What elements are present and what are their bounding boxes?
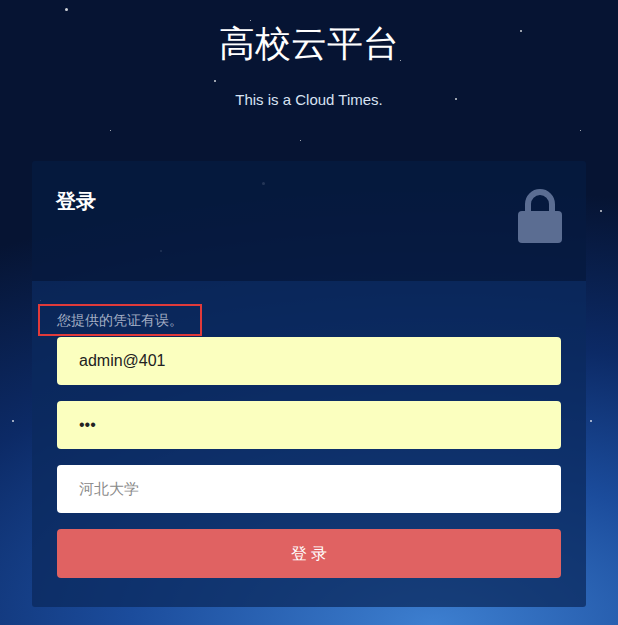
login-panel: 登录您提供的凭证有误。 admin@401 ••• 河北大学登 录 (32, 161, 586, 607)
star (520, 30, 522, 32)
star (580, 130, 581, 131)
star (250, 20, 251, 21)
username-field[interactable]: admin@401 (57, 337, 561, 385)
error-message: 您提供的凭证有误。 (38, 304, 202, 336)
star (590, 420, 592, 422)
password-field[interactable]: ••• (57, 401, 561, 449)
star (12, 420, 14, 422)
lock-icon (518, 189, 562, 243)
field-placeholder: 河北大学 (79, 478, 139, 501)
login-body: 您提供的凭证有误。 admin@401 ••• 河北大学登 录 (32, 281, 586, 607)
star (455, 98, 457, 100)
school-field[interactable]: 河北大学 (57, 465, 561, 513)
star (600, 210, 602, 212)
field-value: ••• (79, 413, 96, 437)
star (400, 60, 401, 61)
field-value: admin@401 (79, 349, 166, 373)
star (300, 140, 301, 141)
login-page: 高校云平台 This is a Cloud Times. 登录您提供的凭证有误。 ad… (0, 0, 618, 625)
login-button[interactable]: 登 录 (57, 529, 561, 578)
page-title: 高校云平台 (219, 0, 399, 68)
login-header: 登录 (32, 161, 586, 281)
star (110, 130, 111, 131)
page-subtitle: This is a Cloud Times. (235, 90, 383, 110)
star (214, 80, 216, 82)
login-heading: 登录 (56, 187, 96, 281)
star (65, 8, 68, 11)
